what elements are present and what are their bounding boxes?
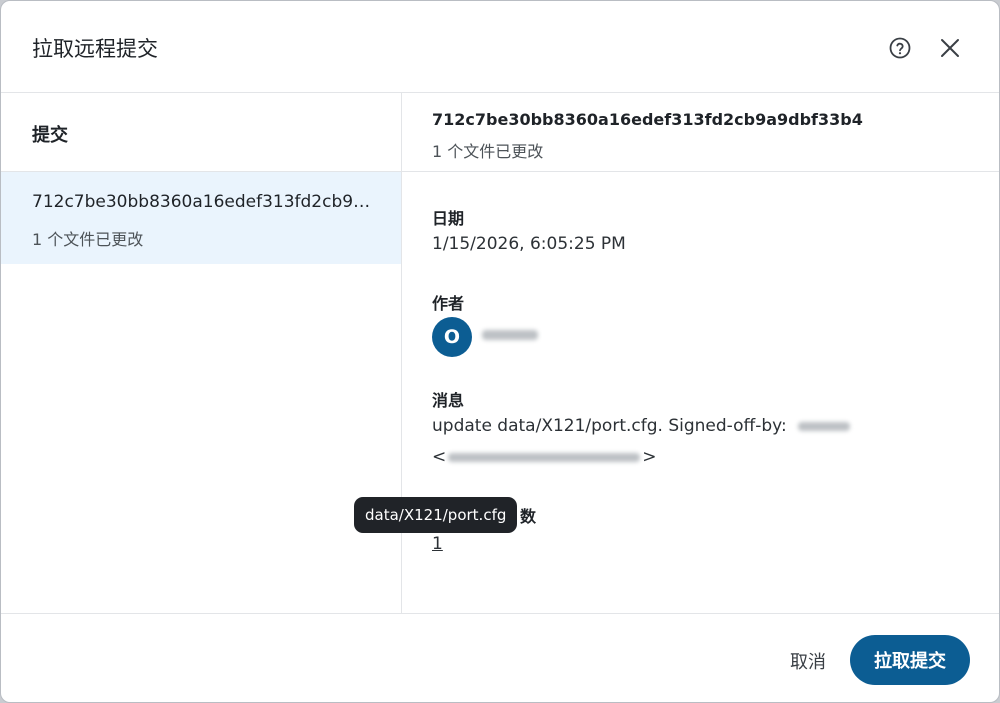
date-label: 日期 <box>432 209 465 228</box>
commit-detail-panel: 712c7be30bb8360a16edef313fd2cb9a9dbf33b4… <box>402 93 999 613</box>
file-path-tooltip: data/X121/port.cfg <box>354 497 518 533</box>
commit-detail-header: 712c7be30bb8360a16edef313fd2cb9a9dbf33b4… <box>402 93 999 172</box>
author-avatar: O <box>432 317 472 357</box>
email-redacted <box>448 452 641 462</box>
detail-commit-hash: 712c7be30bb8360a16edef313fd2cb9a9dbf33b4 <box>432 110 863 129</box>
dialog-title: 拉取远程提交 <box>32 37 158 61</box>
commit-message-line-1: update data/X121/port.cfg. Signed-off-by… <box>432 416 851 436</box>
commit-item-files-changed: 1 个文件已更改 <box>32 230 144 249</box>
commit-item-hash: 712c7be30bb8360a16edef313fd2cb9a9dbf33b4 <box>32 192 372 212</box>
signed-off-name-redacted <box>798 421 851 431</box>
email-open-bracket: < <box>432 447 447 467</box>
files-label-suffix: 数 <box>520 507 537 526</box>
detail-files-changed: 1 个文件已更改 <box>432 142 544 161</box>
dialog-header: 拉取远程提交 <box>1 1 999 93</box>
commits-panel-header: 提交 <box>1 93 401 172</box>
email-close-bracket: > <box>642 447 657 467</box>
pull-commits-button[interactable]: 拉取提交 <box>850 635 970 685</box>
commits-heading: 提交 <box>32 125 68 146</box>
author-name-redacted <box>482 330 538 340</box>
commit-message-text: update data/X121/port.cfg. Signed-off-by… <box>432 416 787 436</box>
help-circle-icon[interactable] <box>888 36 912 60</box>
commit-list-item[interactable]: 712c7be30bb8360a16edef313fd2cb9a9dbf33b4… <box>1 172 401 264</box>
file-count-link[interactable]: 1 <box>432 534 443 554</box>
dialog-footer: 取消 拉取提交 <box>1 613 999 702</box>
close-icon[interactable] <box>937 35 963 61</box>
cancel-button[interactable]: 取消 <box>776 644 840 678</box>
date-value: 1/15/2026, 6:05:25 PM <box>432 234 626 254</box>
message-label: 消息 <box>432 391 465 410</box>
author-label: 作者 <box>432 294 465 313</box>
commits-panel: 提交 712c7be30bb8360a16edef313fd2cb9a9dbf3… <box>1 93 402 613</box>
pull-remote-commits-dialog: 拉取远程提交 提交 712c7be30bb8360a16edef313fd2cb… <box>0 0 1000 703</box>
commit-message-line-2: < > <box>432 447 657 467</box>
